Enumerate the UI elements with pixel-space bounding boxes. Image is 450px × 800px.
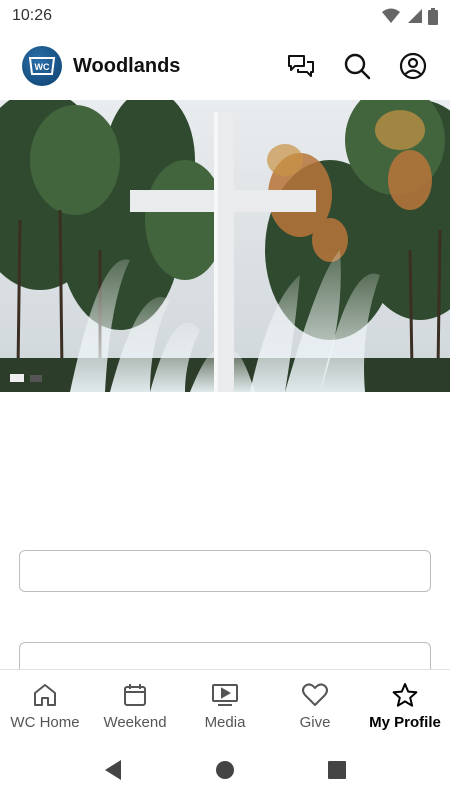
recents-icon[interactable] (327, 760, 347, 780)
nav-item-media[interactable]: Media (180, 670, 270, 739)
nav-label: Weekend (103, 714, 167, 731)
status-bar: 10:26 (0, 0, 450, 32)
header-actions (286, 51, 428, 81)
app-title: Woodlands (73, 54, 181, 77)
chat-button[interactable] (286, 51, 316, 81)
nav-item-my-profile[interactable]: My Profile (360, 670, 450, 739)
home-icon (34, 684, 56, 706)
chat-icon (288, 55, 314, 77)
hero-image (0, 100, 450, 392)
nav-label: Media (204, 714, 246, 731)
form-field-1[interactable] (19, 550, 431, 592)
nav-label: WC Home (10, 714, 80, 731)
nav-item-weekend[interactable]: Weekend (90, 670, 180, 739)
nav-label: My Profile (369, 714, 441, 731)
profile-icon (399, 52, 427, 80)
heart-icon (302, 683, 328, 706)
battery-icon (428, 7, 438, 25)
nav-label: Give (299, 714, 331, 731)
system-nav (0, 739, 450, 800)
star-icon (392, 683, 418, 707)
app-header: WC Woodlands (0, 32, 450, 100)
search-icon (344, 53, 371, 80)
wifi-icon (382, 8, 400, 23)
logo-text: WC (35, 62, 50, 72)
nav-item-wc-home[interactable]: WC Home (0, 670, 90, 739)
home-circle-icon[interactable] (215, 760, 235, 780)
status-icons (382, 7, 438, 25)
calendar-icon (124, 684, 146, 706)
profile-button[interactable] (398, 51, 428, 81)
logo-badge-icon: WC (28, 57, 56, 75)
nav-item-give[interactable]: Give (270, 670, 360, 739)
hero-illustration (0, 100, 450, 392)
cell-signal-icon (408, 9, 422, 23)
bottom-nav: WC Home Weekend Media Give My Profile (0, 669, 450, 739)
church-logo[interactable]: WC (22, 46, 62, 86)
play-icon (212, 684, 238, 706)
back-icon[interactable] (103, 759, 123, 781)
status-time: 10:26 (12, 7, 53, 24)
search-button[interactable] (342, 51, 372, 81)
